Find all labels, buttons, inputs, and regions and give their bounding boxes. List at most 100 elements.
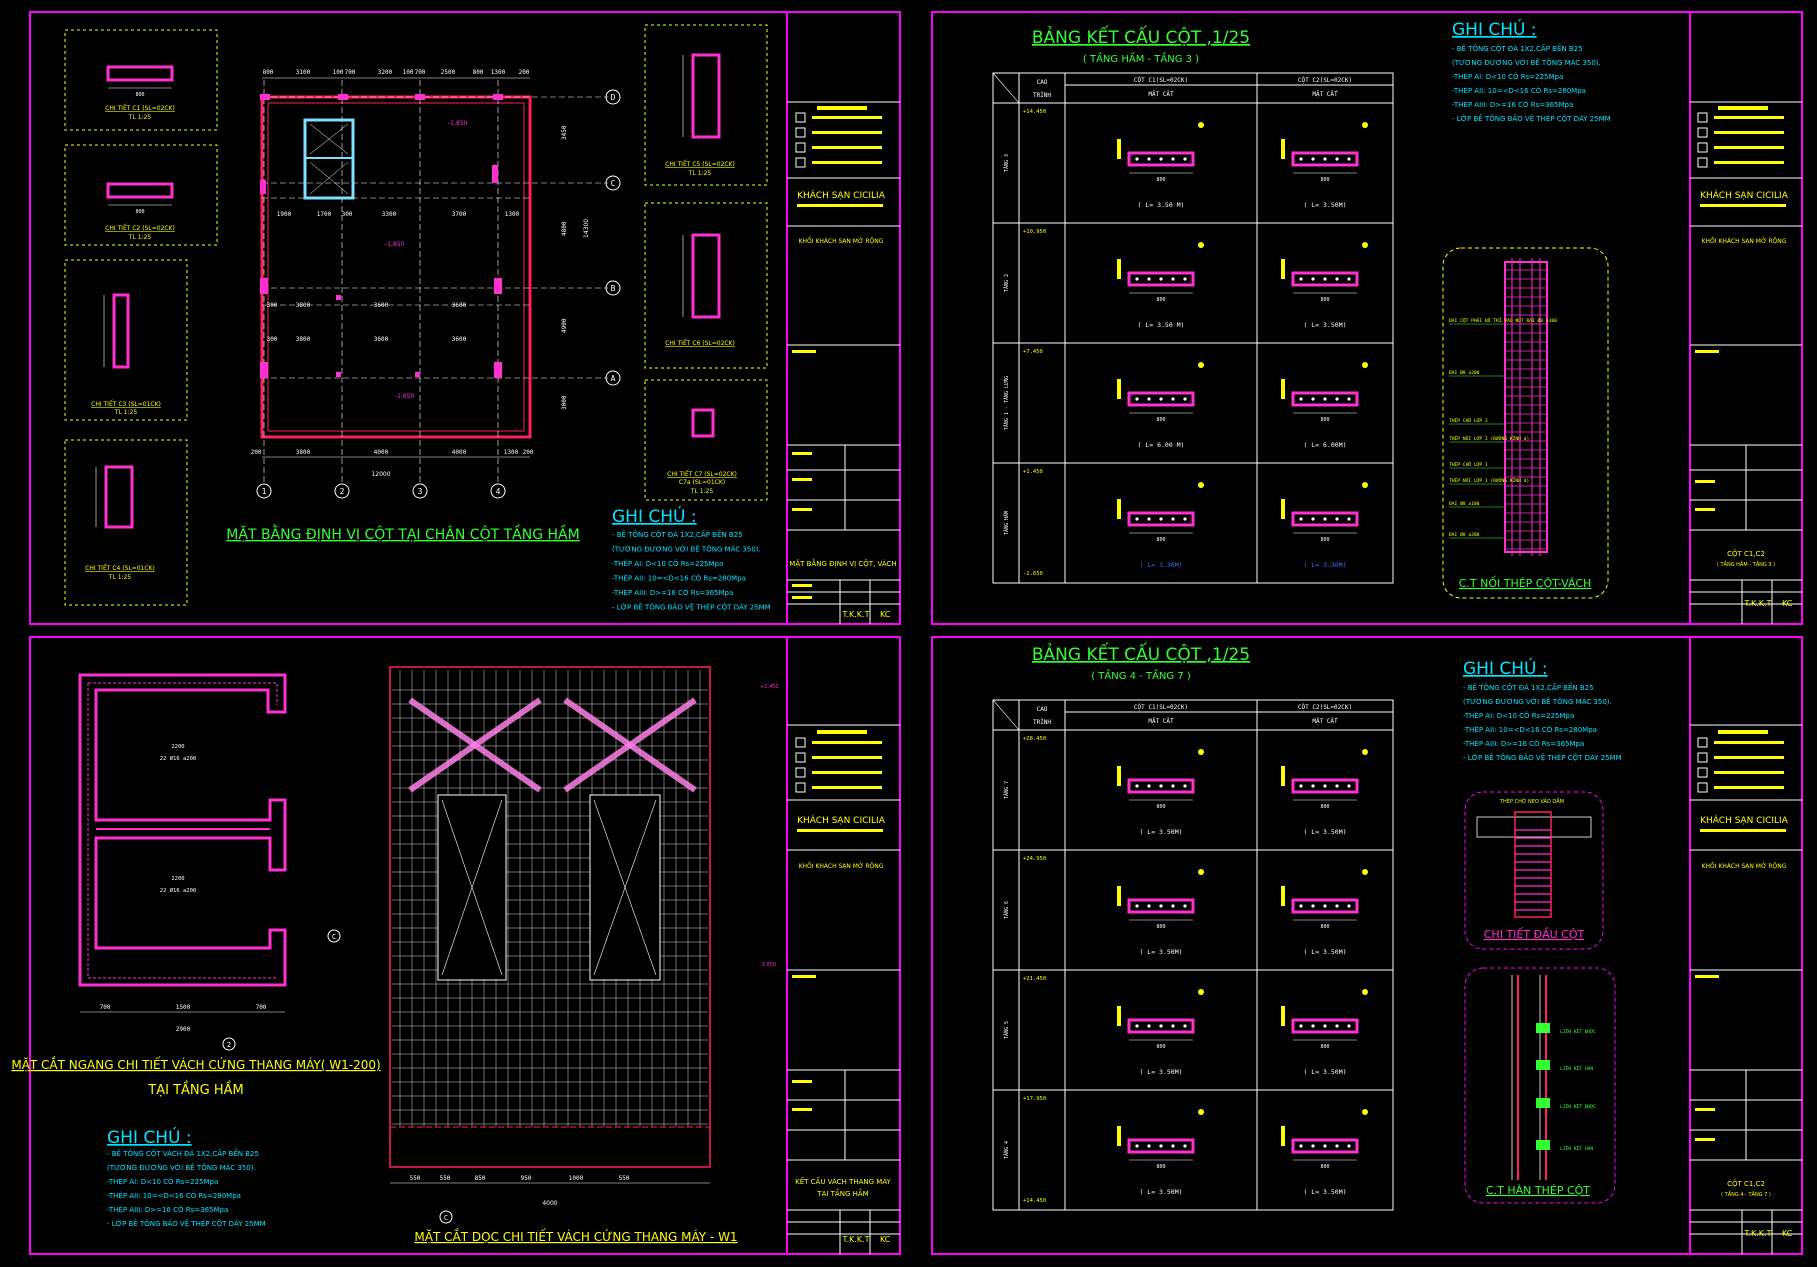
tb3-code: T.K.K.T [842, 1235, 870, 1244]
bottom-dim-value: 4000 [374, 449, 389, 456]
top-dim-value: 100 [403, 69, 414, 76]
weld-label: LIÊN KẾT HÀN [1560, 1064, 1593, 1072]
section-marker [1198, 482, 1204, 488]
section-tag [1281, 139, 1285, 159]
right-dim-value: 4900 [561, 318, 568, 333]
floor-label: TẦNG 7 [1003, 781, 1010, 799]
notes-3-lines: - BÊ TÔNG CỘT VÁCH ĐÁ 1X2,CẤP BỀN B25 (T… [107, 1148, 266, 1228]
splice-label: THÉP NỐI LỚP 2 (ĐƯỜNG KÍNH d) [1449, 434, 1529, 442]
rebar-dot [1159, 784, 1163, 788]
tb4-drawing: CỘT C1,C2 [1727, 1179, 1765, 1188]
length-label: ( L= 3.30M) [1303, 561, 1346, 569]
rebar-dot [1147, 784, 1151, 788]
detail-c7: CHI TIẾT C7 (SL=02CK) C7a (SL=01CK) TL 1… [644, 379, 768, 501]
title-block-2: KHÁCH SẠN CICILIA KHỐI KHÁCH SẠN MỞ RỘNG… [1689, 12, 1802, 624]
section-dim-value: 550 [410, 1175, 421, 1182]
section-dim: 800 [1320, 1164, 1329, 1170]
length-label: ( L= 6.00 M) [1138, 441, 1185, 449]
plan-grid-lines [262, 80, 608, 485]
rebar-dot [1323, 277, 1327, 281]
elevation-label: +21.450 [1023, 976, 1046, 982]
grid-bubble-label: A [611, 374, 616, 383]
section-grid-c: C [444, 1214, 448, 1222]
rebar-dot [1311, 904, 1315, 908]
weld-label: LIÊN KẾT ĐƯỢC [1560, 1027, 1596, 1035]
rebar-dot [1323, 517, 1327, 521]
note-line: -THÉP AI: D<10 CÓ Rs=225Mpa [1452, 72, 1563, 81]
section-tag [1281, 766, 1285, 786]
floor-label: TẦNG 4 [1003, 1141, 1010, 1159]
note-line: -THÉP AIII: D>=16 CÓ Rs=365Mpa [1452, 100, 1573, 109]
rebar-dot [1311, 277, 1315, 281]
bottom-dim-value: 4000 [452, 449, 467, 456]
note-line: -THÉP AIII: D>=16 CÓ Rs=365Mpa [612, 588, 733, 597]
rebar-dot [1323, 157, 1327, 161]
rebar-dot [1135, 157, 1139, 161]
detail-c4: CHI TIẾT C4 (SL=01CK) TL 1:25 [64, 439, 188, 606]
column-head-ladder [1515, 829, 1551, 911]
mid-dim-value: 3300 [382, 211, 397, 218]
weld-block [1536, 1023, 1550, 1033]
inner-dim-value: 2200 [171, 744, 184, 750]
plan-dim-value: 1500 [176, 1004, 191, 1011]
rebar-dot [1335, 784, 1339, 788]
elevation-label: +17.950 [1023, 1096, 1046, 1102]
rebar-dot [1183, 277, 1187, 281]
tb3-project: KHÁCH SẠN CICILIA [797, 814, 886, 826]
weld-detail-title: C.T HÀN THÉP CỘT [1486, 1184, 1590, 1197]
wall-section-title: MẶT CẮT DỌC CHI TIẾT VÁCH CỨNG THANG MÁY… [414, 1228, 737, 1244]
section-tag [1281, 499, 1285, 519]
top-dim-value: 3200 [378, 69, 393, 76]
length-label: ( L= 3.50M) [1303, 201, 1346, 209]
section-tag [1281, 259, 1285, 279]
inner-dim-value: 22 Ø16 a200 [160, 755, 196, 762]
section-marker [1198, 362, 1204, 368]
floor-label: TẦNG 6 [1003, 901, 1010, 919]
wall-section-dimensions: 550 550 850 950 1000 550 [390, 1175, 710, 1184]
elevation-label: +1.450 [1023, 469, 1043, 475]
level-mark-2: -1.850 [385, 241, 405, 248]
tb1-code: T.K.K.T [842, 610, 870, 619]
top-dim-value: 100 [333, 69, 344, 76]
rebar-dot [1323, 1144, 1327, 1148]
section-tag [1117, 1006, 1121, 1026]
detail-c4-label: CHI TIẾT C4 (SL=01CK) [85, 564, 155, 572]
grid-bubble-label: B [611, 284, 616, 293]
bottom-dim-value: 3800 [296, 449, 311, 456]
rebar-dot [1323, 397, 1327, 401]
table-head-matcat: MẶT CẮT [1312, 91, 1338, 98]
mid-dim-value: 1900 [277, 211, 292, 218]
section-total-dimension: 4000 [542, 1200, 557, 1207]
note-line: -THÉP AI: D<10 CÓ Rs=225Mpa [612, 559, 723, 568]
mid-dim-value: 300 [342, 211, 353, 218]
section-marker [1362, 749, 1368, 755]
note-line: -THÉP AII: 10=<D<16 CÓ Rs=280Mpa [1463, 725, 1597, 734]
top-dim-value: 800 [473, 69, 484, 76]
plan-total-dimension: 12000 [371, 471, 390, 478]
plan-title: MẶT BẰNG ĐỊNH VỊ CỘT TẠI CHÂN CỘT TẦNG H… [226, 524, 579, 543]
note-line: - BÊ TÔNG CỘT ĐÁ 1X2,CẤP BỀN B25 [1463, 682, 1594, 692]
detail-c3: CHI TIẾT C3 (SL=01CK) TL 1:25 [64, 259, 188, 421]
sheet-1: KHÁCH SẠN CICILIA KHỐI KHÁCH SẠN MỞ RỘNG… [29, 11, 901, 625]
rebar-dot [1347, 1144, 1351, 1148]
grid-bubble-c: C [332, 933, 336, 941]
note-line: - LỚP BÊ TÔNG BẢO VỆ THÉP CỘT DÀY 25MM [1463, 753, 1622, 762]
row-dim-value: 3600 [374, 302, 389, 309]
column-table-1: CAO TRÌNH CỘT C1(SL=02CK) CỘT C2(SL=02CK) MẶ… [992, 72, 1394, 584]
wall-plan-dimensions: 700 1500 700 2900 2200 22 Ø16 a200 2200 22 Ø16 … [80, 744, 285, 1033]
note-line: (TƯƠNG ĐƯƠNG VỚI BÊ TÔNG MÁC 350). [1452, 58, 1601, 67]
rebar-dot [1347, 517, 1351, 521]
detail-c2-scale: TL 1:25 [128, 234, 152, 241]
section-dim-value: 950 [521, 1175, 532, 1182]
rebar-dot [1135, 784, 1139, 788]
section-tag [1281, 379, 1285, 399]
note-line: - BÊ TÔNG CỘT ĐÁ 1X2,CẤP BỀN B25 [612, 529, 743, 539]
detail-c6-label: CHI TIẾT C6 (SL=02CK) [665, 339, 735, 347]
section-dim: 800 [1320, 1044, 1329, 1050]
plan-bottom-dimensions: 200 3800 4000 4000 1300 200 [251, 449, 534, 458]
cad-drawing-canvas: KHÁCH SẠN CICILIA KHỐI KHÁCH SẠN MỞ RỘNG… [11, 11, 1803, 1255]
section-tag [1117, 886, 1121, 906]
section-marker [1362, 989, 1368, 995]
splice-labels: ĐAI CỘT PHẢI BỐ TRÍ VÀO NÚT ĐAI Ø8 a100 Đ… [1449, 316, 1557, 539]
section-dim: 800 [1156, 804, 1165, 810]
